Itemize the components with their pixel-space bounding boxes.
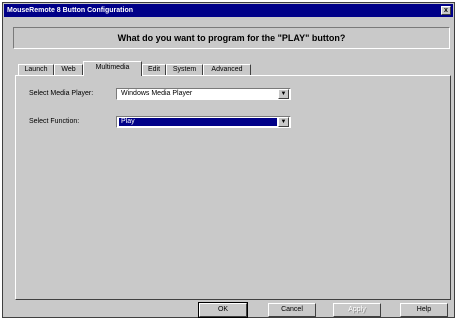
multimedia-tab-panel: Select Media Player: Windows Media Playe… (15, 75, 451, 300)
apply-button[interactable]: Apply (333, 303, 381, 317)
function-select[interactable]: Play ▼ (116, 116, 291, 128)
chevron-down-icon[interactable]: ▼ (278, 89, 289, 99)
close-icon[interactable]: x (441, 6, 451, 15)
tab-advanced[interactable]: Advanced (203, 64, 251, 75)
cancel-button[interactable]: Cancel (268, 303, 316, 317)
question-banner: What do you want to program for the "PLA… (13, 27, 450, 49)
function-label: Select Function: (29, 118, 80, 125)
function-value: Play (119, 118, 277, 126)
media-player-label: Select Media Player: (29, 90, 94, 97)
window-title: MouseRemote 8 Button Configuration (7, 7, 133, 14)
title-bar[interactable]: MouseRemote 8 Button Configuration x (4, 4, 453, 17)
tab-web[interactable]: Web (54, 64, 83, 75)
config-window: MouseRemote 8 Button Configuration x Wha… (2, 2, 455, 318)
media-player-value: Windows Media Player (121, 90, 193, 97)
tab-system[interactable]: System (166, 64, 203, 75)
tab-edit[interactable]: Edit (142, 64, 166, 75)
chevron-down-icon[interactable]: ▼ (278, 117, 289, 127)
tab-multimedia[interactable]: Multimedia (83, 61, 142, 76)
ok-button[interactable]: OK (198, 302, 248, 318)
media-player-select[interactable]: Windows Media Player ▼ (116, 88, 291, 100)
tab-launch[interactable]: Launch (18, 64, 54, 75)
help-button[interactable]: Help (400, 303, 448, 317)
